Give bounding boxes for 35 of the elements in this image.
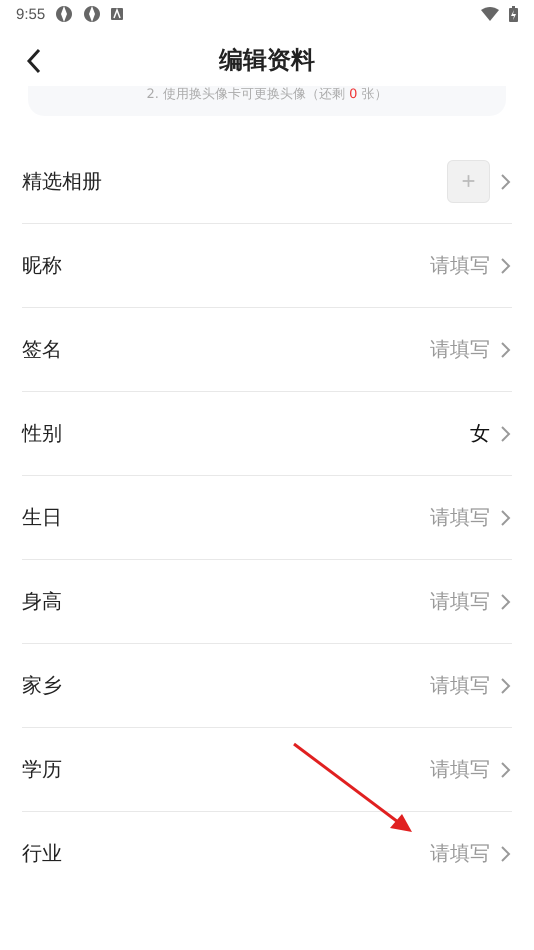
battery-icon <box>509 6 518 22</box>
row-value[interactable]: 请填写 <box>430 756 490 783</box>
chevron-right-icon <box>500 676 512 694</box>
aperture-icon <box>83 5 102 23</box>
row-value[interactable]: 请填写 <box>430 672 490 699</box>
status-time: 9:55 <box>16 6 46 22</box>
chevron-right-icon <box>500 424 512 442</box>
row-label: 签名 <box>22 336 63 363</box>
row-label: 行业 <box>22 840 63 867</box>
chevron-right-icon <box>500 760 512 778</box>
row-label: 昵称 <box>22 252 63 279</box>
chevron-right-icon <box>500 508 512 526</box>
row-label: 精选相册 <box>22 168 103 195</box>
row-value[interactable]: 请填写 <box>430 252 490 279</box>
row-value[interactable]: 女 <box>470 420 490 447</box>
chevron-right-icon <box>500 340 512 358</box>
row-label: 身高 <box>22 588 63 615</box>
row-label: 性别 <box>22 420 63 447</box>
notice-text: 2. 使用换头像卡可更换头像（还剩 0 张） <box>146 86 388 103</box>
aperture-icon <box>55 5 74 23</box>
row-value[interactable]: 请填写 <box>430 504 490 531</box>
row-label: 学历 <box>22 756 63 783</box>
page-title: 编辑资料 <box>219 45 315 76</box>
chevron-right-icon <box>500 592 512 610</box>
row-value[interactable]: 请填写 <box>430 840 490 867</box>
row-value[interactable]: 请填写 <box>430 588 490 615</box>
row-value[interactable]: 请填写 <box>430 336 490 363</box>
wifi-icon <box>481 7 499 21</box>
chevron-right-icon <box>500 256 512 274</box>
add-photo-button[interactable]: + <box>447 160 490 203</box>
chevron-right-icon <box>500 844 512 862</box>
row-label: 生日 <box>22 504 63 531</box>
app-icon <box>111 8 124 20</box>
chevron-right-icon <box>500 172 512 190</box>
row-label: 家乡 <box>22 672 63 699</box>
